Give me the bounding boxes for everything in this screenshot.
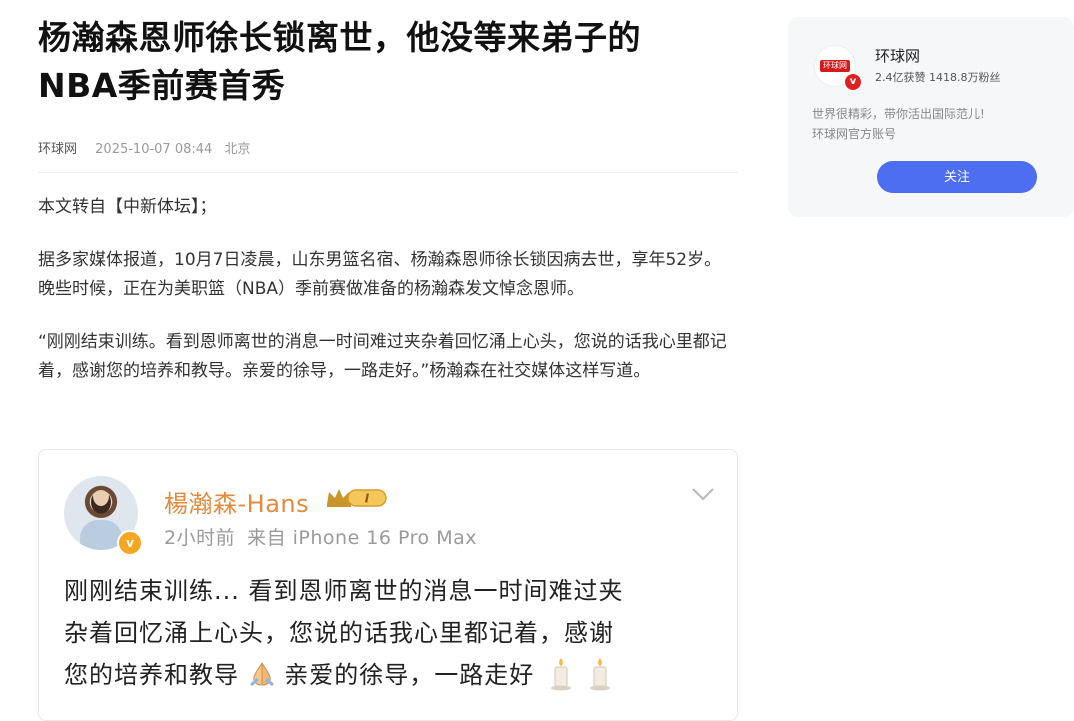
post-line: 亲爱的徐导，一路走好 xyxy=(275,661,535,689)
chevron-down-icon[interactable] xyxy=(691,486,715,502)
post-line: 您的培养和教导 xyxy=(64,661,239,689)
follow-button[interactable]: 关注 xyxy=(877,161,1037,193)
author-description: 世界很精彩，带你活出国际范儿! 环球网官方账号 xyxy=(812,104,985,144)
praying-hands-icon xyxy=(249,662,274,687)
article-title-line2: NBA季前赛首秀 xyxy=(38,66,286,105)
author-desc-line: 环球网官方账号 xyxy=(812,127,897,141)
avatar-head xyxy=(91,490,111,514)
article-paragraph: 本文转自【中新体坛】； xyxy=(38,197,217,217)
article-title-line1: 杨瀚森恩师徐长锁离世，他没等来弟子的 xyxy=(38,18,641,57)
article-source-link[interactable]: 环球网 xyxy=(38,142,77,157)
avatar-body xyxy=(80,520,122,550)
verified-badge-icon: v xyxy=(844,73,862,91)
post-content: 刚刚结束训练... 看到恩师离世的消息一时间难过夹 杂着回忆涌上心头，您说的话我… xyxy=(64,570,714,696)
post-line: 杂着回忆涌上心头，您说的话我心里都记着，感谢 xyxy=(64,619,614,647)
crown-level: I xyxy=(365,492,370,506)
author-card: 环球网 v 环球网 2.4亿获赞 1418.8万粉丝 世界很精彩，带你活出国际范… xyxy=(788,17,1074,217)
article-datetime: 2025-10-07 08:44 xyxy=(95,142,213,157)
article-meta: 环球网 2025-10-07 08:44 北京 xyxy=(38,140,738,173)
candle-icon xyxy=(550,658,571,691)
author-name[interactable]: 环球网 xyxy=(875,45,920,66)
article-title: 杨瀚森恩师徐长锁离世，他没等来弟子的 NBA季前赛首秀 xyxy=(38,14,738,110)
author-desc-line: 世界很精彩，带你活出国际范儿! xyxy=(812,107,985,121)
author-logo-mark: 环球网 xyxy=(820,60,850,72)
post-meta: 2小时前 来自 iPhone 16 Pro Max xyxy=(164,523,477,550)
post-device: 来自 iPhone 16 Pro Max xyxy=(247,527,477,549)
article: 杨瀚森恩师徐长锁离世，他没等来弟子的 NBA季前赛首秀 环球网 2025-10-… xyxy=(38,0,738,386)
article-paragraph: 据多家媒体报道，10月7日凌晨，山东男篮名宿、杨瀚森恩师徐长锁因病去世，享年52… xyxy=(38,250,722,299)
article-paragraph: “刚刚结束训练。看到恩师离世的消息一时间难过夹杂着回忆涌上心头，您说的话我心里都… xyxy=(38,332,727,381)
embedded-weibo-post: v 楊瀚森-Hans I 2小时前 来自 iPhone 16 Pro Max 刚刚… xyxy=(38,449,738,721)
post-username[interactable]: 楊瀚森-Hans xyxy=(164,484,309,519)
article-location: 北京 xyxy=(224,142,251,157)
verified-badge-icon: v xyxy=(117,530,143,556)
post-line: 刚刚结束训练... 看到恩师离世的消息一时间难过夹 xyxy=(64,577,624,605)
author-stats: 2.4亿获赞 1418.8万粉丝 xyxy=(875,71,1001,84)
post-time: 2小时前 xyxy=(164,527,236,549)
crown-icon: I xyxy=(327,489,387,507)
candle-icon xyxy=(589,658,610,691)
